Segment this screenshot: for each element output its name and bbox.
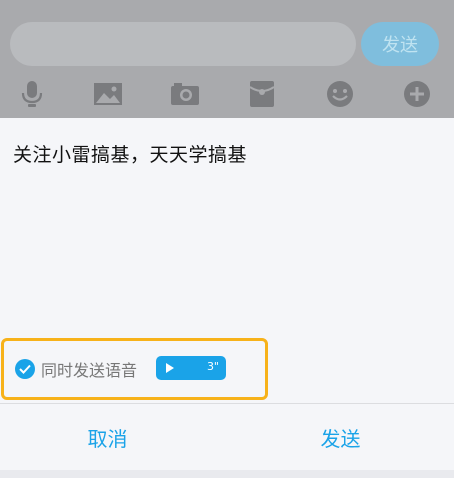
chat-input-bar: 发送: [0, 0, 454, 118]
send-confirm-dialog: 关注小雷搞基，天天学搞基 同时发送语音 3" 取消 发送: [0, 118, 454, 478]
voice-checkbox[interactable]: [15, 359, 35, 379]
cancel-button[interactable]: 取消: [0, 404, 215, 470]
chat-send-button[interactable]: 发送: [361, 22, 439, 66]
check-icon: [19, 364, 31, 374]
voice-option-label: 同时发送语音: [41, 361, 138, 380]
bottom-strip: [0, 470, 454, 478]
red-packet-icon[interactable]: [244, 76, 280, 112]
chat-toolbar: [0, 76, 454, 112]
camera-icon[interactable]: [167, 76, 203, 112]
chat-text-input[interactable]: [10, 22, 356, 66]
voice-option-highlight: 同时发送语音 3": [1, 338, 268, 400]
play-icon: [166, 363, 174, 373]
emoji-icon[interactable]: [322, 76, 358, 112]
microphone-icon[interactable]: [14, 76, 50, 112]
image-icon[interactable]: [90, 76, 126, 112]
voice-duration: 3": [206, 360, 219, 373]
send-button[interactable]: 发送: [227, 404, 454, 470]
message-preview: 关注小雷搞基，天天学搞基: [13, 144, 248, 166]
plus-icon[interactable]: [399, 76, 435, 112]
voice-message-bubble[interactable]: 3": [156, 356, 226, 380]
